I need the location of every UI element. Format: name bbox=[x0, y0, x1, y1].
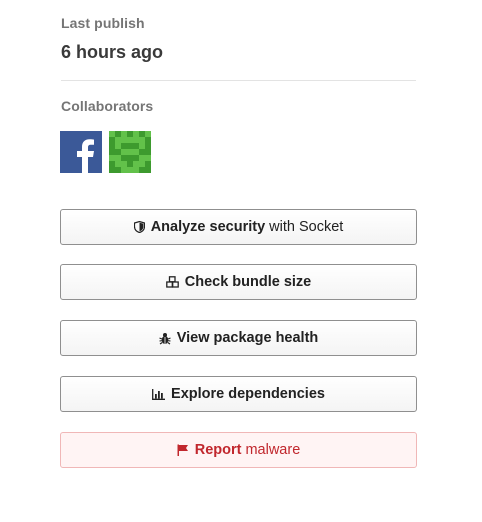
view-package-health-button[interactable]: View package health bbox=[60, 320, 417, 356]
collaborator-avatar-facebook[interactable] bbox=[60, 131, 102, 173]
analyze-security-suffix: with Socket bbox=[269, 219, 344, 235]
shield-icon bbox=[133, 221, 145, 233]
collaborator-avatar-identicon[interactable] bbox=[109, 131, 151, 173]
analyze-security-button[interactable]: Analyze security with Socket bbox=[60, 209, 417, 245]
chart-icon bbox=[152, 388, 166, 400]
sidebar-panel: Last publish 6 hours ago Collaborators A… bbox=[0, 0, 482, 522]
report-suffix: malware bbox=[245, 442, 301, 458]
collaborators-list bbox=[60, 131, 151, 173]
report-label: Report bbox=[194, 442, 242, 458]
explore-dependencies-label: Explore dependencies bbox=[171, 386, 325, 402]
divider bbox=[61, 80, 416, 81]
last-publish-label: Last publish bbox=[61, 15, 145, 31]
flag-icon bbox=[177, 444, 189, 456]
report-malware-button[interactable]: Report malware bbox=[60, 432, 417, 468]
bug-icon bbox=[158, 332, 171, 345]
last-publish-value: 6 hours ago bbox=[61, 42, 164, 62]
check-bundle-size-label: Check bundle size bbox=[184, 274, 312, 290]
check-bundle-size-button[interactable]: Check bundle size bbox=[60, 264, 417, 300]
analyze-security-label: Analyze security bbox=[150, 219, 266, 235]
view-package-health-label: View package health bbox=[176, 330, 319, 346]
boxes-icon bbox=[165, 276, 179, 288]
explore-dependencies-button[interactable]: Explore dependencies bbox=[60, 376, 417, 412]
collaborators-label: Collaborators bbox=[61, 98, 154, 114]
